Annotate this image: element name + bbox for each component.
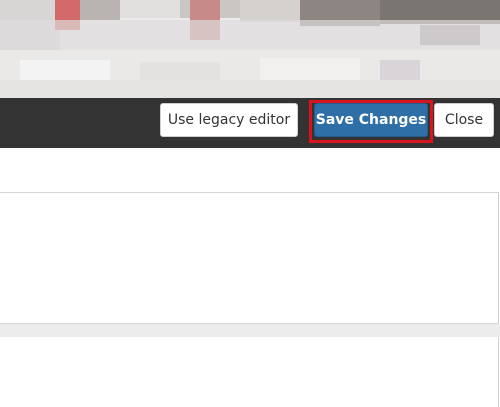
editor-panel[interactable]: [0, 192, 499, 324]
close-button[interactable]: Close: [434, 103, 494, 137]
use-legacy-editor-button[interactable]: Use legacy editor: [160, 103, 298, 137]
section-divider: [0, 324, 500, 337]
page-preview: [0, 0, 500, 98]
editor-toolbar: Use legacy editor Save Changes Close: [0, 98, 500, 148]
save-changes-button[interactable]: Save Changes: [314, 103, 428, 137]
editor-content: [0, 148, 500, 407]
lower-panel[interactable]: [0, 337, 499, 407]
